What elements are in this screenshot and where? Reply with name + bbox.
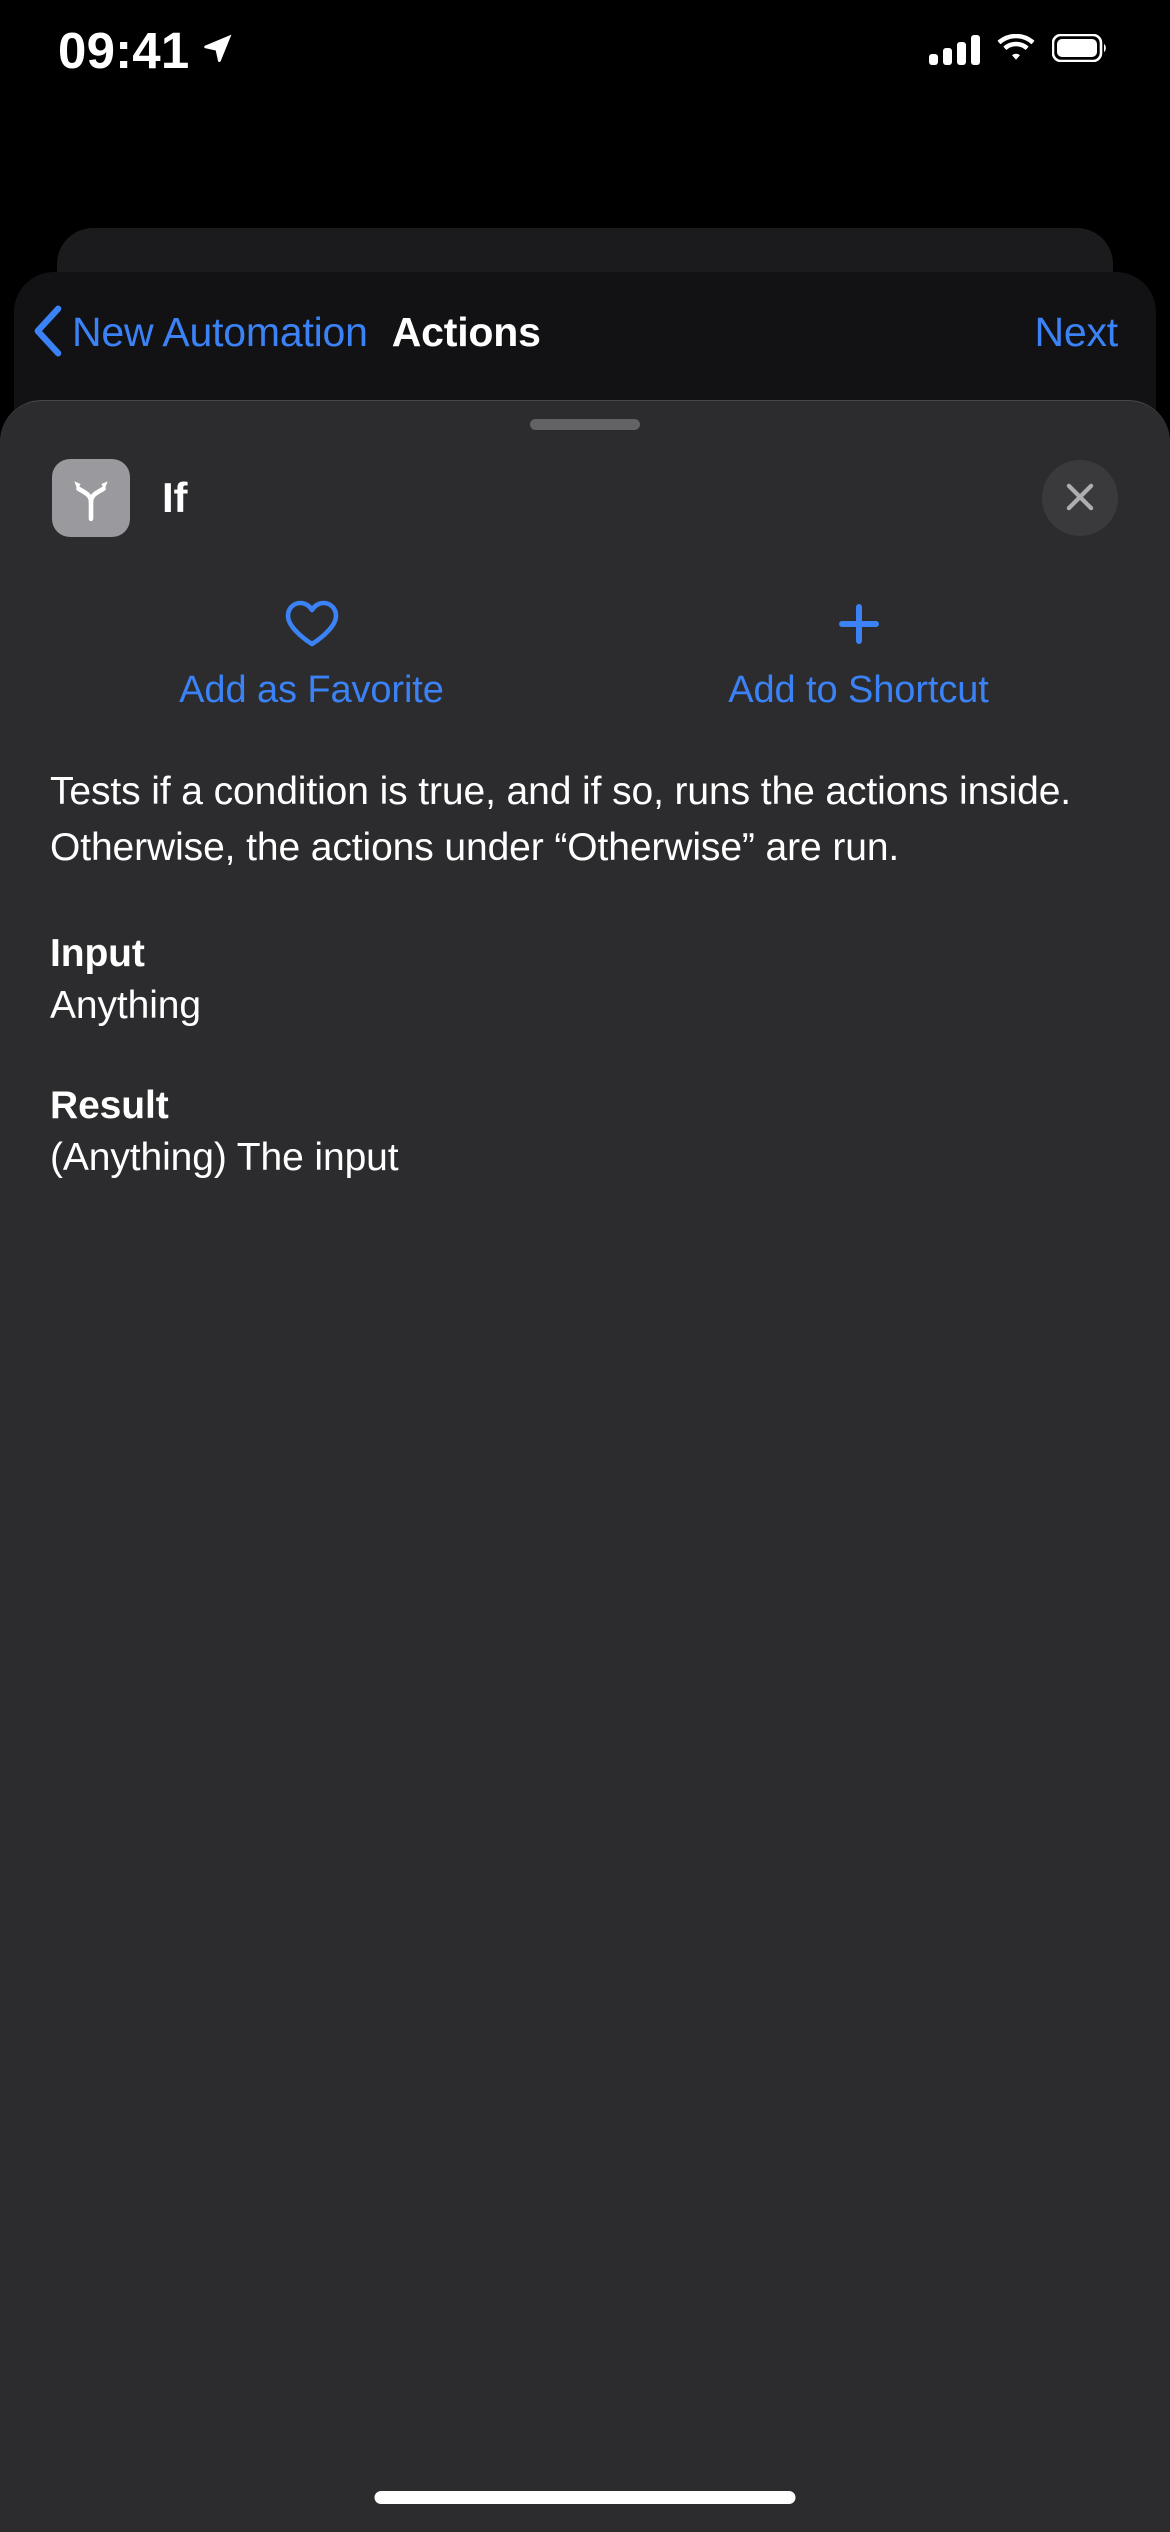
result-value: (Anything) The input bbox=[50, 1136, 399, 1179]
status-bar-right bbox=[929, 33, 1108, 67]
action-title: If bbox=[162, 474, 188, 521]
add-to-shortcut-label: Add to Shortcut bbox=[728, 669, 989, 711]
phone-screen: 09:41 New Automation Actions Next If Add… bbox=[0, 0, 1170, 2532]
status-bar-left: 09:41 bbox=[58, 25, 235, 76]
input-value: Anything bbox=[50, 984, 201, 1027]
action-description: Tests if a condition is true, and if so,… bbox=[50, 770, 1072, 869]
quick-actions-row: Add as Favorite Add to Shortcut bbox=[0, 597, 1170, 712]
add-as-favorite-label: Add as Favorite bbox=[179, 669, 444, 711]
status-bar: 09:41 bbox=[0, 0, 1170, 100]
status-bar-clock: 09:41 bbox=[58, 21, 190, 79]
wifi-icon bbox=[997, 33, 1035, 67]
back-button[interactable]: New Automation bbox=[32, 305, 368, 360]
location-arrow-icon bbox=[201, 31, 235, 70]
navigation-bar: New Automation Actions Next bbox=[14, 272, 1156, 392]
next-button[interactable]: Next bbox=[1034, 309, 1118, 356]
cellular-signal-icon bbox=[929, 35, 980, 65]
page-title: Actions bbox=[391, 308, 541, 355]
back-button-label: New Automation bbox=[72, 308, 368, 355]
home-indicator[interactable] bbox=[374, 2491, 796, 2504]
result-label: Result bbox=[50, 1084, 169, 1127]
result-section: Result (Anything) The input bbox=[0, 1084, 1170, 1180]
battery-full-icon bbox=[1051, 33, 1108, 67]
plus-icon bbox=[831, 597, 887, 651]
heart-icon bbox=[284, 597, 340, 651]
if-branch-icon bbox=[52, 459, 130, 537]
chevron-left-icon bbox=[32, 305, 62, 360]
add-as-favorite-button[interactable]: Add as Favorite bbox=[38, 597, 585, 712]
input-label: Input bbox=[50, 932, 145, 975]
close-button[interactable] bbox=[1042, 460, 1118, 536]
action-detail-sheet: If Add as Favorite Add to Shortcut Tests… bbox=[0, 400, 1170, 2532]
add-to-shortcut-button[interactable]: Add to Shortcut bbox=[585, 597, 1132, 712]
close-icon bbox=[1061, 478, 1099, 519]
input-section: Input Anything bbox=[0, 932, 1170, 1028]
sheet-grabber[interactable] bbox=[530, 419, 640, 430]
